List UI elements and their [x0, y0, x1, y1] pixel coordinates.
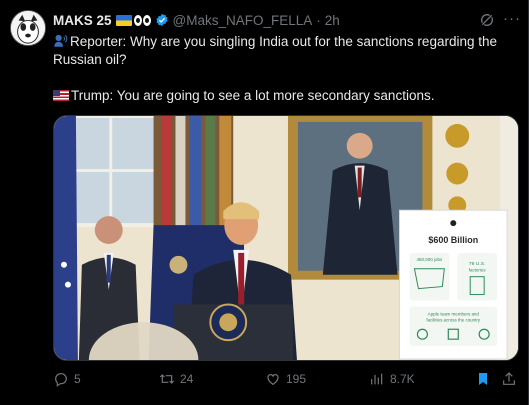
action-bar: 5 24 195 8.7K: [53, 371, 519, 391]
eyes-icon: [133, 14, 152, 26]
ukraine-flag-icon: [115, 14, 132, 26]
tweet-text: Reporter: Why are you singling India out…: [53, 33, 515, 105]
sign-footer-1: Apple team members and: [428, 311, 480, 316]
trump-quote: Trump: You are going to see a lot more s…: [71, 88, 435, 103]
author-handle[interactable]: @Maks_NAFO_FELLA: [173, 13, 313, 28]
retweet-icon: [159, 374, 175, 384]
reply-button[interactable]: 5: [53, 371, 81, 387]
avatar[interactable]: [10, 10, 46, 46]
sign-factories-num: 79 U.S.: [469, 261, 486, 267]
grok-icon[interactable]: [479, 12, 495, 28]
sign-jobs: 450,000 jobs: [417, 257, 443, 262]
separator-dot: ·: [316, 12, 321, 28]
like-button[interactable]: 195: [265, 371, 306, 387]
reply-icon: [55, 373, 67, 387]
views-count: 8.7K: [390, 372, 415, 386]
views-button[interactable]: 8.7K: [369, 371, 415, 387]
reporter-quote: Reporter: Why are you singling India out…: [53, 34, 497, 67]
timestamp[interactable]: 2h: [325, 13, 340, 28]
author-name[interactable]: MAKS 25: [53, 13, 112, 28]
retweet-count: 24: [180, 372, 194, 386]
tweet-image[interactable]: $600 Billion 450,000 jobs 79 U.S. factor…: [53, 115, 519, 361]
sign-amount: $600 Billion: [428, 235, 478, 245]
us-flag-icon: [53, 90, 69, 101]
speaker-icon: [54, 34, 68, 47]
tweet-card[interactable]: MAKS 25 @Maks_NAFO_FELLA · 2h ··· Report…: [0, 0, 529, 405]
retweet-button[interactable]: 24: [159, 371, 193, 387]
like-count: 195: [286, 372, 307, 386]
tweet-header: MAKS 25 @Maks_NAFO_FELLA · 2h: [53, 11, 340, 29]
bookmark-icon: [479, 373, 487, 385]
reply-count: 5: [74, 372, 81, 386]
sign-footer-2: facilities across the country: [426, 317, 481, 322]
share-button[interactable]: [501, 371, 517, 387]
sign-factories-label: factories: [469, 268, 487, 273]
views-icon: [371, 373, 383, 385]
verified-badge-icon: [155, 13, 168, 27]
tweet-line-2: Trump: You are going to see a lot more s…: [53, 87, 515, 105]
bookmark-button[interactable]: [475, 371, 491, 387]
more-options-icon[interactable]: ···: [503, 10, 521, 27]
like-icon: [267, 374, 279, 386]
share-icon: [503, 372, 515, 385]
tweet-line-1: Reporter: Why are you singling India out…: [53, 33, 515, 69]
